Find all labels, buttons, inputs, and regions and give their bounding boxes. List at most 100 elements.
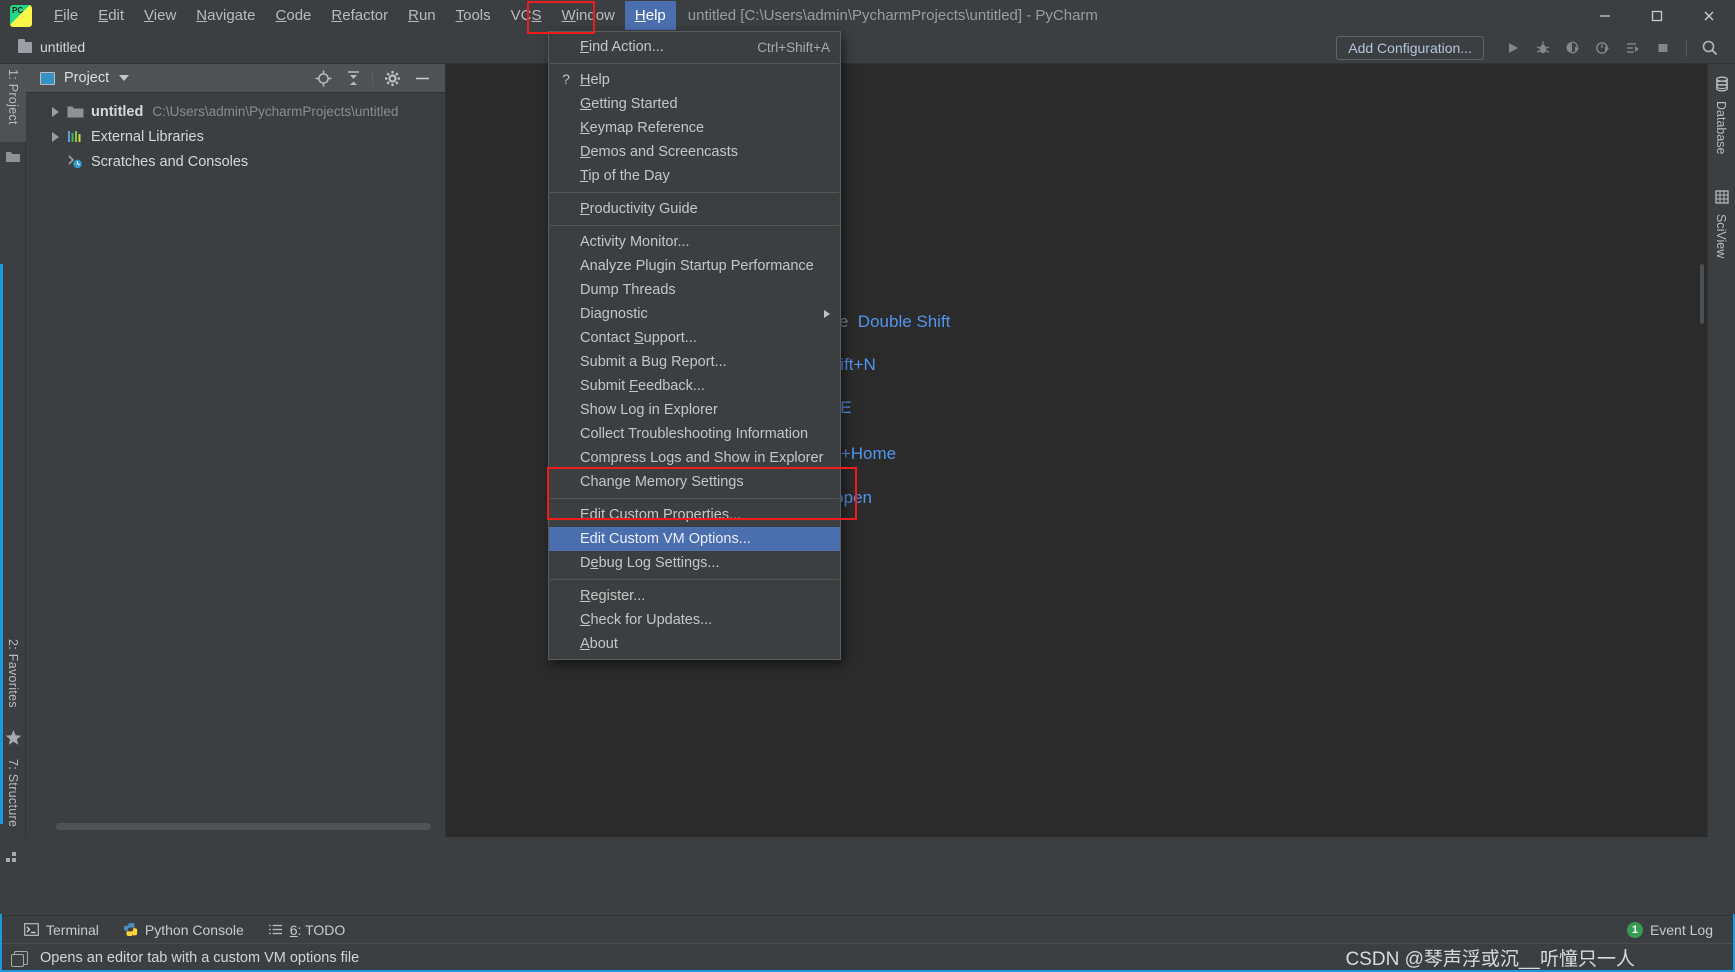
sidebar-item-structure-label: 7: Structure <box>6 759 20 828</box>
minimize-button[interactable] <box>1579 0 1631 31</box>
scratches-icon <box>67 154 84 169</box>
menu-item-demos-and-screencasts[interactable]: Demos and Screencasts <box>549 140 840 164</box>
sidebar-item-structure[interactable]: 7: Structure <box>0 754 26 846</box>
menu-item-label: Submit Feedback... <box>580 378 705 394</box>
menu-item-label: Edit Custom Properties... <box>580 507 742 523</box>
add-configuration-button[interactable]: Add Configuration... <box>1336 35 1484 60</box>
tree-node[interactable]: untitled C:\Users\admin\PycharmProjects\u… <box>26 99 445 124</box>
menu-run[interactable]: Run <box>398 1 446 30</box>
project-tool-window: Project untitled C:\Users\admin\PycharmP… <box>26 64 446 837</box>
editor-scrollbar[interactable] <box>1700 264 1704 324</box>
project-panel-title: Project <box>64 70 110 86</box>
menu-item-shortcut: Ctrl+Shift+A <box>757 39 830 55</box>
close-button[interactable] <box>1683 0 1735 31</box>
tree-node-label: External Libraries <box>91 128 204 145</box>
menu-item-submit-feedback[interactable]: Submit Feedback... <box>549 374 840 398</box>
profile-icon[interactable] <box>1588 31 1618 64</box>
menu-item-label: Tip of the Day <box>580 168 670 184</box>
sidebar-item-database[interactable]: Database <box>1707 97 1735 177</box>
coverage-icon[interactable] <box>1558 31 1588 64</box>
menu-item-label: Debug Log Settings... <box>580 555 720 571</box>
sidebar-item-favorites[interactable]: 2: Favorites <box>0 634 26 726</box>
tree-node-label: Scratches and Consoles <box>91 153 249 170</box>
chevron-down-icon[interactable] <box>119 75 130 81</box>
menu-item-contact-support[interactable]: Contact Support... <box>549 326 840 350</box>
run-icon[interactable] <box>1498 31 1528 64</box>
pycharm-window: FileEditViewNavigateCodeRefactorRunTools… <box>0 0 1735 972</box>
project-horizontal-scrollbar[interactable] <box>56 823 431 830</box>
project-panel-header: Project <box>26 64 445 93</box>
maximize-button[interactable] <box>1631 0 1683 31</box>
menu-item-about[interactable]: About <box>549 632 840 656</box>
menu-item-label: Collect Troubleshooting Information <box>580 426 809 442</box>
menu-code[interactable]: Code <box>266 1 322 30</box>
bottom-item-python-console-label: Python Console <box>144 921 244 938</box>
menu-item-dump-threads[interactable]: Dump Threads <box>549 278 840 302</box>
menu-item-edit-custom-vm-options[interactable]: Edit Custom VM Options... <box>549 527 840 551</box>
terminal-icon <box>24 922 39 937</box>
sidebar-item-database-label: Database <box>1714 101 1728 155</box>
collapse-all-icon[interactable] <box>338 64 368 93</box>
menu-file[interactable]: File <box>44 1 88 30</box>
settings-gear-icon[interactable] <box>377 64 407 93</box>
menu-item-collect-troubleshooting-information[interactable]: Collect Troubleshooting Information <box>549 422 840 446</box>
attach-icon[interactable] <box>1618 31 1648 64</box>
menu-separator <box>550 192 839 193</box>
tree-node-path: C:\Users\admin\PycharmProjects\untitled <box>152 104 399 119</box>
event-log-area[interactable]: 1 Event Log <box>1626 921 1735 938</box>
menu-item-compress-logs-and-show-in-explorer[interactable]: Compress Logs and Show in Explorer <box>549 446 840 470</box>
bottom-item-python-console[interactable]: Python Console <box>123 922 244 938</box>
stop-icon[interactable] <box>1648 31 1678 64</box>
menu-item-submit-a-bug-report[interactable]: Submit a Bug Report... <box>549 350 840 374</box>
menu-item-keymap-reference[interactable]: Keymap Reference <box>549 116 840 140</box>
menu-vcs[interactable]: VCS <box>501 1 552 30</box>
menu-item-change-memory-settings[interactable]: Change Memory Settings <box>549 470 840 494</box>
expand-arrow-icon[interactable] <box>52 131 59 142</box>
search-icon[interactable] <box>1695 31 1725 64</box>
menu-item-label: Edit Custom VM Options... <box>580 531 751 547</box>
menu-item-analyze-plugin-startup-performance[interactable]: Analyze Plugin Startup Performance <box>549 254 840 278</box>
menu-item-edit-custom-properties[interactable]: Edit Custom Properties... <box>549 503 840 527</box>
menu-refactor[interactable]: Refactor <box>321 1 398 30</box>
expand-arrow-icon[interactable] <box>52 106 59 117</box>
menu-item-find-action[interactable]: Find Action... Ctrl+Shift+A <box>549 35 840 59</box>
menu-edit[interactable]: Edit <box>88 1 134 30</box>
tree-node[interactable]: Scratches and Consoles <box>26 149 445 174</box>
bottom-item-todo[interactable]: 6: TODO <box>268 922 345 938</box>
python-icon <box>123 922 138 937</box>
menu-item-label: Diagnostic <box>580 306 648 322</box>
sidebar-item-project[interactable]: 1: Project <box>0 64 26 142</box>
tool-window-bottom-bar: Terminal Python Console 6: TODO 1 Event … <box>0 915 1735 943</box>
folder-icon <box>67 104 84 119</box>
menu-item-diagnostic[interactable]: Diagnostic <box>549 302 840 326</box>
menu-separator <box>550 579 839 580</box>
menu-item-productivity-guide[interactable]: Productivity Guide <box>549 197 840 221</box>
menu-item-label: Dump Threads <box>580 282 676 298</box>
menu-item-label: Analyze Plugin Startup Performance <box>580 258 814 274</box>
menu-tools[interactable]: Tools <box>446 1 501 30</box>
locate-target-icon[interactable] <box>308 64 338 93</box>
menu-help[interactable]: Help <box>624 1 676 30</box>
menu-item-help[interactable]: ? Help <box>549 68 840 92</box>
menu-item-label: Check for Updates... <box>580 612 713 628</box>
sidebar-item-favorites-label: 2: Favorites <box>6 639 20 708</box>
menu-item-label: Keymap Reference <box>580 120 705 136</box>
tree-node[interactable]: External Libraries <box>26 124 445 149</box>
menu-item-activity-monitor[interactable]: Activity Monitor... <box>549 230 840 254</box>
hide-panel-icon[interactable] <box>407 64 437 93</box>
menu-separator <box>550 63 839 64</box>
menu-view[interactable]: View <box>134 1 186 30</box>
menu-item-check-for-updates[interactable]: Check for Updates... <box>549 608 840 632</box>
bottom-item-terminal[interactable]: Terminal <box>24 922 99 938</box>
menu-item-getting-started[interactable]: Getting Started <box>549 92 840 116</box>
menu-separator <box>550 225 839 226</box>
menu-window[interactable]: Window <box>552 1 625 30</box>
menu-item-register[interactable]: Register... <box>549 584 840 608</box>
menu-item-tip-of-the-day[interactable]: Tip of the Day <box>549 164 840 188</box>
sidebar-item-sciview[interactable]: SciView <box>1707 210 1735 282</box>
menu-item-show-log-in-explorer[interactable]: Show Log in Explorer <box>549 398 840 422</box>
menu-item-debug-log-settings[interactable]: Debug Log Settings... <box>549 551 840 575</box>
menu-navigate[interactable]: Navigate <box>186 1 265 30</box>
breadcrumb-project[interactable]: untitled <box>40 39 85 55</box>
debug-icon[interactable] <box>1528 31 1558 64</box>
